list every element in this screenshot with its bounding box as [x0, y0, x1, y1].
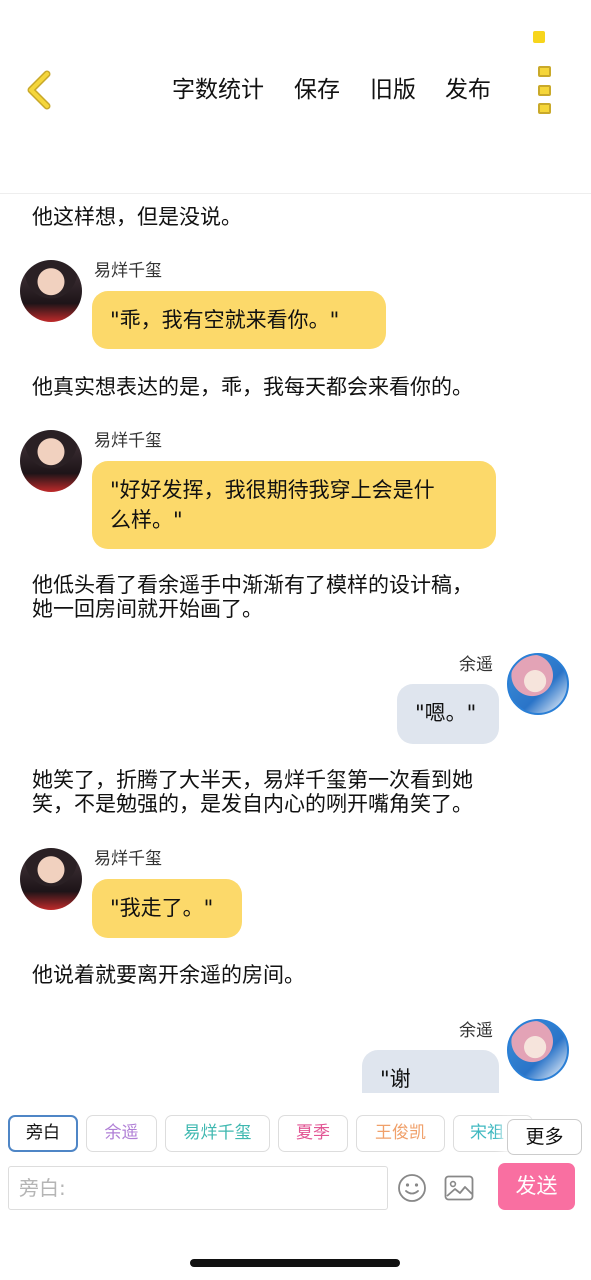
bubble-text: "好好发挥，我很期待我穿上会是什	[110, 478, 435, 502]
avatar[interactable]	[20, 848, 82, 910]
bubble-text: 么样。"	[110, 508, 183, 532]
home-indicator	[190, 1259, 400, 1267]
vertical-dots-icon	[537, 66, 551, 77]
chevron-left-icon	[27, 70, 51, 110]
avatar[interactable]	[20, 260, 82, 322]
chip-character[interactable]: 易烊千玺	[165, 1115, 270, 1152]
chat-bubble[interactable]: "乖，我有空就来看你。"	[92, 291, 386, 349]
chat-bubble[interactable]: "好好发挥，我很期待我穿上会是什 么样。"	[92, 461, 496, 549]
chip-character[interactable]: 余遥	[86, 1115, 157, 1152]
chip-character[interactable]: 王俊凯	[356, 1115, 445, 1152]
chat-bubble[interactable]: "谢谢......"	[362, 1050, 499, 1093]
speaker-name: 易烊千玺	[94, 261, 162, 281]
message-input[interactable]	[8, 1166, 388, 1210]
narration-text[interactable]: 他真实想表达的是，乖，我每天都会来看你的。	[32, 375, 552, 399]
avatar[interactable]	[507, 1019, 569, 1081]
narration-text[interactable]: 她笑了，折腾了大半天，易烊千玺第一次看到她 笑，不是勉强的，是发自内心的咧开嘴角…	[32, 768, 552, 816]
more-options-button[interactable]	[530, 66, 558, 114]
chat-bubble[interactable]: "我走了。"	[92, 879, 242, 938]
save-button[interactable]: 保存	[294, 74, 340, 106]
input-bar: 发送	[0, 1160, 591, 1216]
avatar[interactable]	[20, 430, 82, 492]
chip-character[interactable]: 夏季	[278, 1115, 348, 1152]
editor-header: 字数统计 保存 旧版 发布	[0, 0, 591, 194]
bubble-text: "我走了。"	[110, 896, 214, 920]
image-icon	[444, 1175, 474, 1201]
back-button[interactable]	[18, 68, 58, 112]
character-selector: 旁白 余遥 易烊千玺 夏季 王俊凯 宋祖 更多	[0, 1105, 591, 1157]
emoji-icon	[398, 1174, 426, 1202]
bubble-text: "谢谢......"	[380, 1067, 411, 1091]
narration-text[interactable]: 他低头看了看余遥手中渐渐有了模样的设计稿， 她一回房间就开始画了。	[32, 573, 552, 621]
story-content[interactable]: 他这样想，但是没说。 易烊千玺 "乖，我有空就来看你。" 他真实想表达的是，乖，…	[0, 195, 591, 1093]
send-button[interactable]: 发送	[498, 1163, 575, 1210]
speaker-name: 易烊千玺	[94, 431, 162, 451]
speaker-name: 余遥	[459, 655, 493, 675]
chip-narrator[interactable]: 旁白	[8, 1115, 78, 1152]
publish-button[interactable]: 发布	[445, 74, 491, 106]
bubble-text: "乖，我有空就来看你。"	[110, 308, 340, 332]
chat-bubble[interactable]: "嗯。"	[397, 684, 499, 744]
narration-text[interactable]: 他说着就要离开余遥的房间。	[32, 963, 552, 987]
avatar[interactable]	[507, 653, 569, 715]
word-count-button[interactable]: 字数统计	[172, 74, 264, 106]
image-button[interactable]	[444, 1175, 474, 1201]
bubble-text: "嗯。"	[415, 701, 477, 725]
speaker-name: 余遥	[459, 1021, 493, 1041]
status-indicator	[533, 31, 545, 43]
emoji-button[interactable]	[397, 1173, 427, 1203]
speaker-name: 易烊千玺	[94, 849, 162, 869]
narration-text[interactable]: 他这样想，但是没说。	[32, 205, 552, 229]
old-version-button[interactable]: 旧版	[370, 74, 416, 106]
more-characters-button[interactable]: 更多	[507, 1119, 582, 1155]
